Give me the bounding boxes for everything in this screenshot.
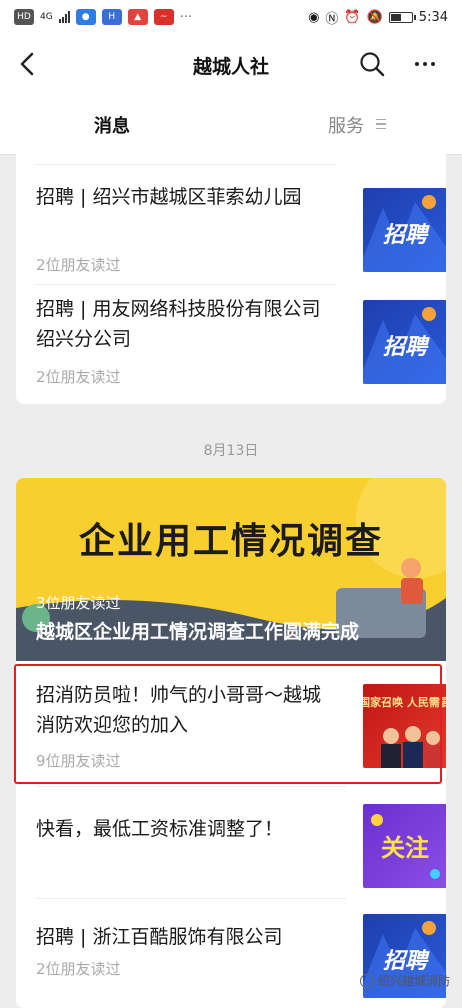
battery-fill (390, 13, 401, 21)
mute-icon: 🔕 (366, 9, 383, 25)
status-left: HD 4G ● H ▲ ~ ··· (14, 9, 192, 25)
date-separator: 8月13日 (203, 443, 259, 459)
tab-bar: 消息 服务 (0, 94, 462, 155)
signal-icon (58, 11, 70, 23)
signal-type: 4G (40, 12, 53, 22)
status-bar: HD 4G ● H ▲ ~ ··· ◉ Ⓝ ⏰ 🔕 5:34 (0, 0, 462, 34)
article-title: 招聘 | 用友网络科技股份有限公司绍兴分公司 (36, 298, 321, 350)
banner-title: 越城区企业用工情况调查工作圆满完成 (36, 621, 360, 643)
alarm-icon: ⏰ (344, 9, 361, 25)
thumbnail-label: 关注 (381, 834, 429, 862)
divider (36, 898, 346, 899)
watermark-text: 绍兴越城消防 (377, 974, 450, 988)
battery-icon (388, 11, 416, 23)
status-right: ◉ Ⓝ ⏰ 🔕 5:34 (308, 8, 448, 27)
article-read-count: 2位朋友读过 (36, 960, 121, 978)
eye-icon: ◉ (308, 9, 320, 25)
top-nav: 越城人社 (0, 34, 462, 94)
app-stock-icon: ~ (153, 9, 174, 25)
divider (36, 786, 346, 787)
article-item[interactable]: 快看，最低工资标准调整了！ 关注 (36, 800, 446, 900)
article-item[interactable]: 招聘 | 绍兴市越城区菲索幼儿园 2位朋友读过 招聘 (36, 182, 446, 282)
tab-messages[interactable]: 消息 (94, 112, 130, 138)
clock: 5:34 (418, 9, 448, 25)
tab-services[interactable]: 服务 (328, 112, 386, 138)
article-read-count: 2位朋友读过 (36, 368, 121, 386)
wechat-icon (359, 973, 374, 988)
nfc-icon: Ⓝ (325, 11, 339, 27)
thumbnail-label: 招聘 (383, 335, 430, 360)
banner-read-count: 3位朋友读过 (36, 594, 121, 612)
tab-services-label: 服务 (328, 116, 364, 137)
app-news-icon: ▲ (127, 9, 148, 25)
more-options-icon[interactable] (410, 50, 440, 78)
network-badge: HD (14, 9, 34, 25)
thumbnail-label: 招聘 (383, 223, 430, 248)
article-title: 快看，最低工资标准调整了！ (36, 818, 284, 840)
page-title: 越城人社 (192, 56, 269, 78)
article-thumbnail: 招聘 (363, 188, 446, 272)
selection-highlight (14, 664, 442, 784)
app-h-icon: H (101, 9, 122, 25)
menu-icon (375, 116, 386, 133)
divider (36, 164, 336, 165)
divider (36, 284, 336, 285)
app-notification-icon: ● (75, 9, 96, 25)
article-title: 招聘 | 浙江百酷服饰有限公司 (36, 926, 283, 948)
article-thumbnail: 招聘 (363, 300, 446, 384)
watermark: 绍兴越城消防 (359, 972, 450, 989)
article-item[interactable]: 招聘 | 用友网络科技股份有限公司绍兴分公司 2位朋友读过 招聘 (36, 294, 446, 394)
article-card-group-1: 招聘 | 绍兴市越城区菲索幼儿园 2位朋友读过 招聘 招聘 | 用友网络科技股份… (16, 148, 446, 404)
banner-heading: 企业用工情况调查 (78, 521, 383, 562)
article-item[interactable]: 招聘 | 浙江百酷服饰有限公司 2位朋友读过 招聘 (36, 910, 446, 1008)
article-thumbnail: 关注 (363, 804, 446, 888)
thumbnail-label: 招聘 (383, 949, 430, 974)
search-icon[interactable] (358, 50, 386, 78)
article-title: 招聘 | 绍兴市越城区菲索幼儿园 (36, 186, 302, 208)
article-read-count: 2位朋友读过 (36, 256, 121, 274)
featured-article-banner[interactable]: 企业用工情况调查 3位朋友读过 越城区企业用工情况调查工作圆满完成 (16, 478, 446, 661)
more-notifications-icon: ··· (179, 9, 193, 25)
